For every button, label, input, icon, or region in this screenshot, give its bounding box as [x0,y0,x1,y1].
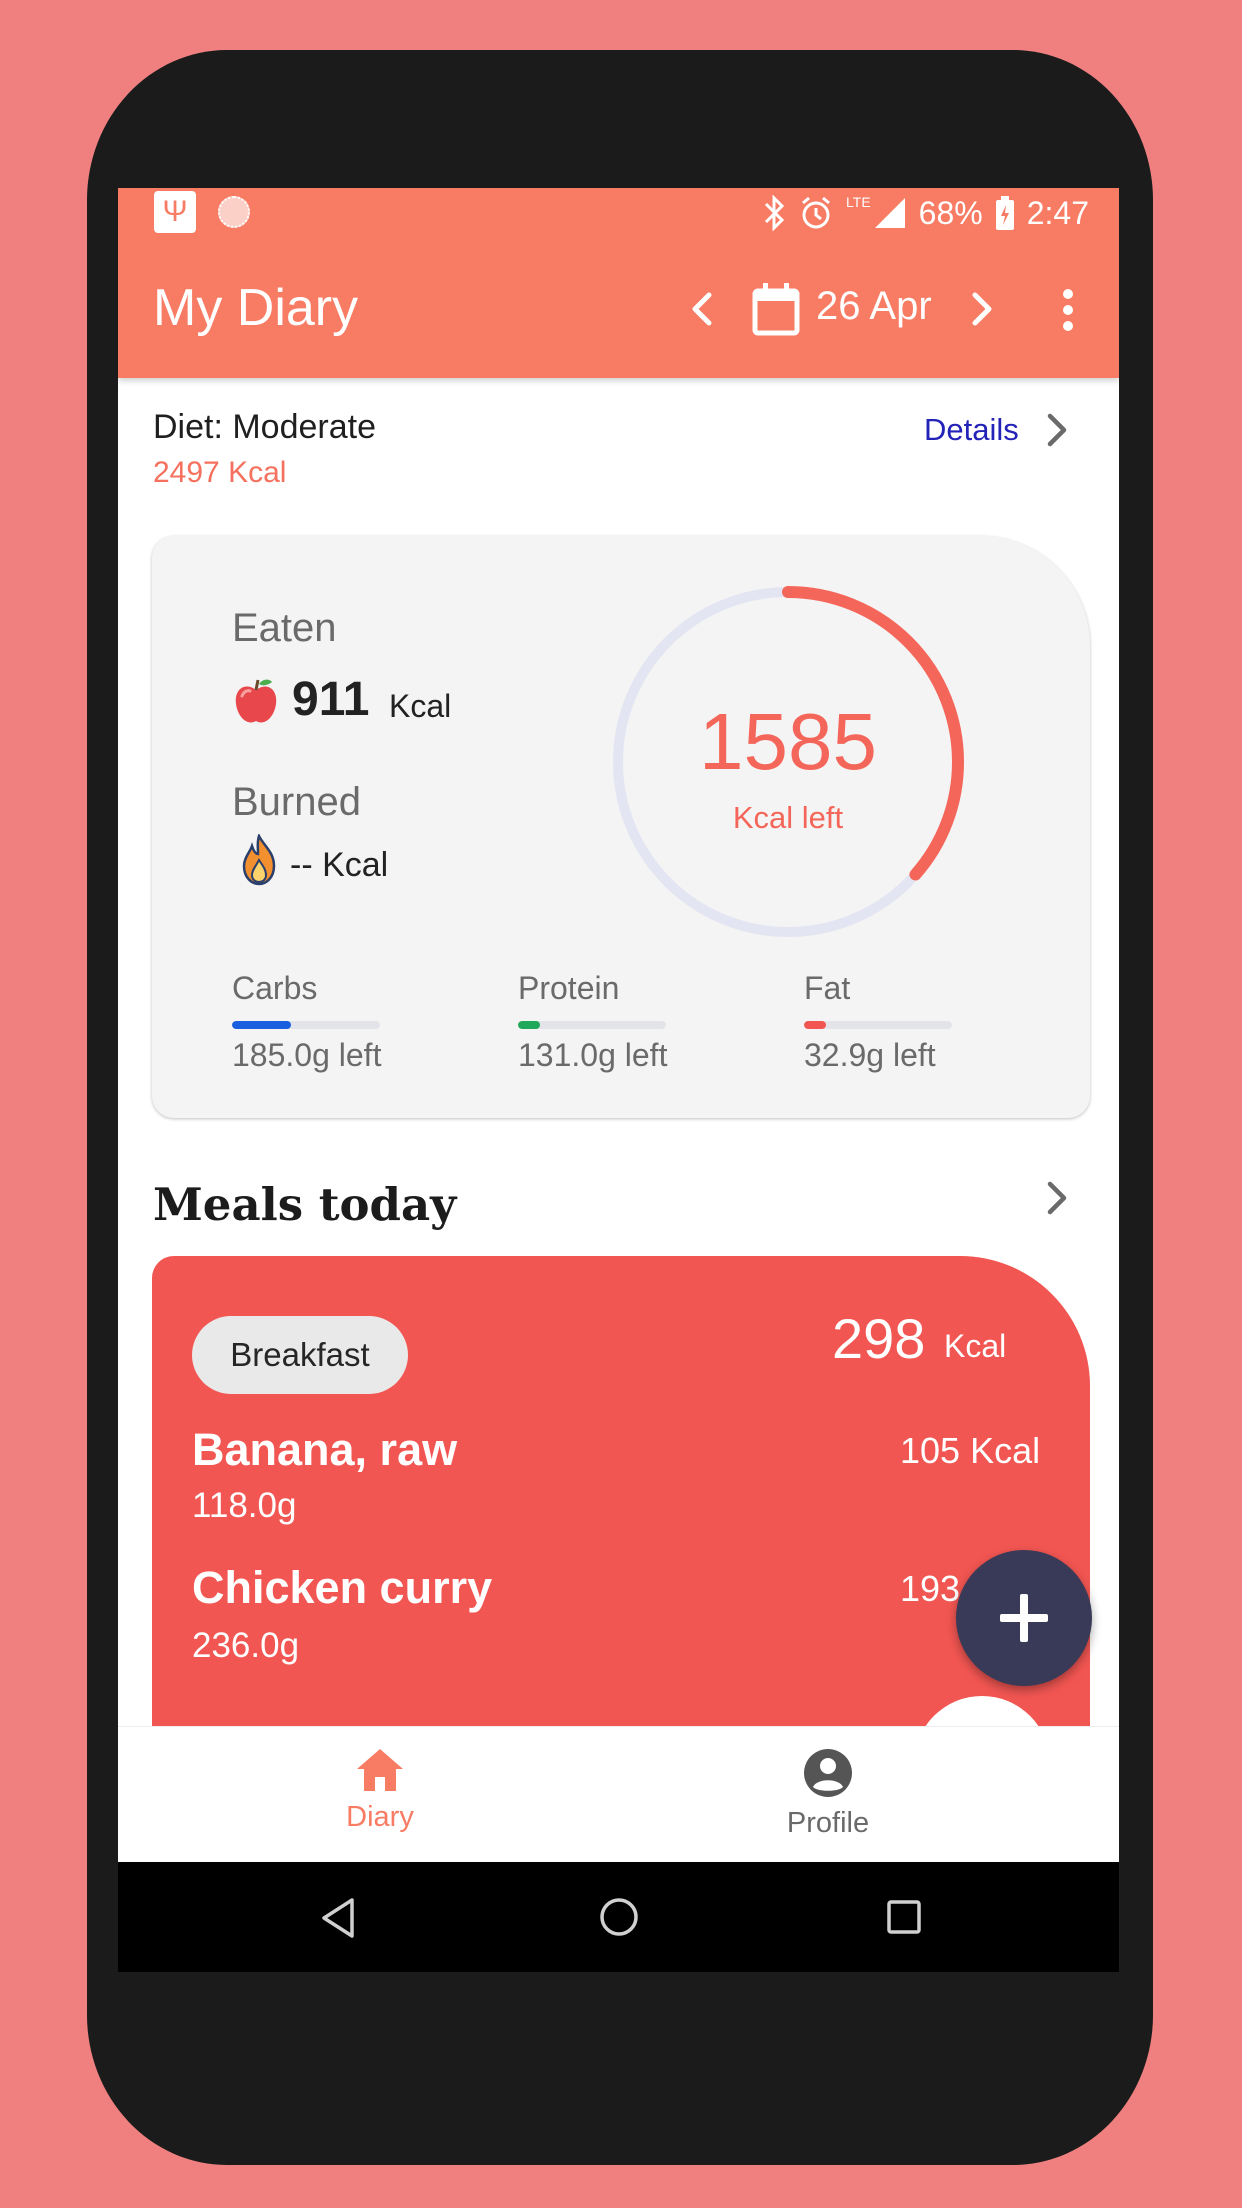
eaten-label: Eaten [232,606,337,650]
diet-label: Diet: Moderate [153,408,376,446]
usb-icon: Ψ [154,191,196,233]
macro-fat: Fat 32.9g left [804,970,1044,1074]
fire-icon [242,834,276,886]
date-label[interactable]: 26 Apr [816,284,932,329]
macro-name: Protein [518,970,620,1006]
diet-kcal: 2497 Kcal [153,456,287,489]
macro-left: 32.9g left [804,1037,936,1073]
macro-progress-bar [518,1021,666,1029]
macro-left: 185.0g left [232,1037,382,1073]
macro-carbs: Carbs 185.0g left [232,970,472,1074]
meals-title: Meals today [153,1178,457,1231]
battery-charging-icon [995,196,1014,230]
app-screen: Ψ LTE 68% 2:47 My Diary 26 Apr Diet: Mod… [118,188,1119,1862]
status-bar: Ψ LTE 68% 2:47 [118,188,1119,238]
chevron-right-icon[interactable] [956,284,1006,334]
burned-value: -- Kcal [290,846,389,884]
plus-icon [1000,1614,1048,1622]
page-title: My Diary [153,279,359,337]
signal-icon [874,198,905,228]
eaten-unit: Kcal [389,688,452,724]
meal-kcal-unit: Kcal [944,1328,1007,1364]
account-circle-icon [804,1749,852,1797]
meal-kcal-value: 298 [832,1307,926,1370]
bluetooth-icon [764,195,785,231]
nav-label: Diary [346,1801,414,1833]
chevron-right-icon[interactable] [1038,410,1074,450]
macro-progress-fill [232,1021,292,1029]
macro-progress-fill [804,1021,827,1029]
food-kcal: 105 Kcal [900,1430,1041,1471]
home-circle-icon[interactable] [599,1897,639,1937]
details-link[interactable]: Details [924,412,1019,448]
burned-label: Burned [232,780,361,824]
bottom-nav: Diary Profile [118,1726,1119,1862]
calendar-icon[interactable] [751,281,801,337]
eaten-value: 911 [292,673,370,726]
food-amount: 236.0g [192,1626,300,1665]
macro-name: Carbs [232,970,318,1006]
app-bar: Ψ LTE 68% 2:47 My Diary 26 Apr [118,188,1119,378]
nav-item-profile[interactable]: Profile [678,1747,978,1840]
nav-item-diary[interactable]: Diary [230,1747,530,1834]
food-amount: 118.0g [192,1486,297,1525]
system-nav-bar [118,1862,1119,1972]
macro-progress-bar [232,1021,380,1029]
summary-card: Eaten 911 Kcal Burned -- Kcal 1585 Kcal … [152,536,1090,1118]
more-vert-icon[interactable] [1060,286,1076,334]
network-type: LTE [846,194,871,210]
battery-percent: 68% [918,194,983,231]
status-right: LTE 68% 2:47 [762,192,1089,234]
food-name[interactable]: Chicken curry [192,1562,492,1614]
clock: 2:47 [1026,194,1089,231]
kcal-left-value: 1585 [699,697,877,786]
macro-left: 131.0g left [518,1037,668,1073]
chevron-left-icon[interactable] [678,284,728,334]
chevron-right-icon[interactable] [1038,1176,1074,1220]
back-icon[interactable] [318,1896,358,1940]
kcal-left-label: Kcal left [732,800,844,835]
macro-name: Fat [804,970,851,1006]
macro-progress-bar [804,1021,952,1029]
apple-icon [235,679,277,723]
add-food-button[interactable] [956,1550,1092,1686]
macro-protein: Protein 131.0g left [518,970,758,1074]
food-name[interactable]: Banana, raw [192,1424,457,1476]
recents-icon[interactable] [886,1899,922,1935]
nav-label: Profile [786,1807,870,1839]
sync-icon [218,196,250,228]
meal-chip[interactable]: Breakfast [192,1316,408,1394]
alarm-icon [802,196,830,229]
macro-progress-fill [518,1021,541,1029]
home-icon [357,1749,403,1791]
